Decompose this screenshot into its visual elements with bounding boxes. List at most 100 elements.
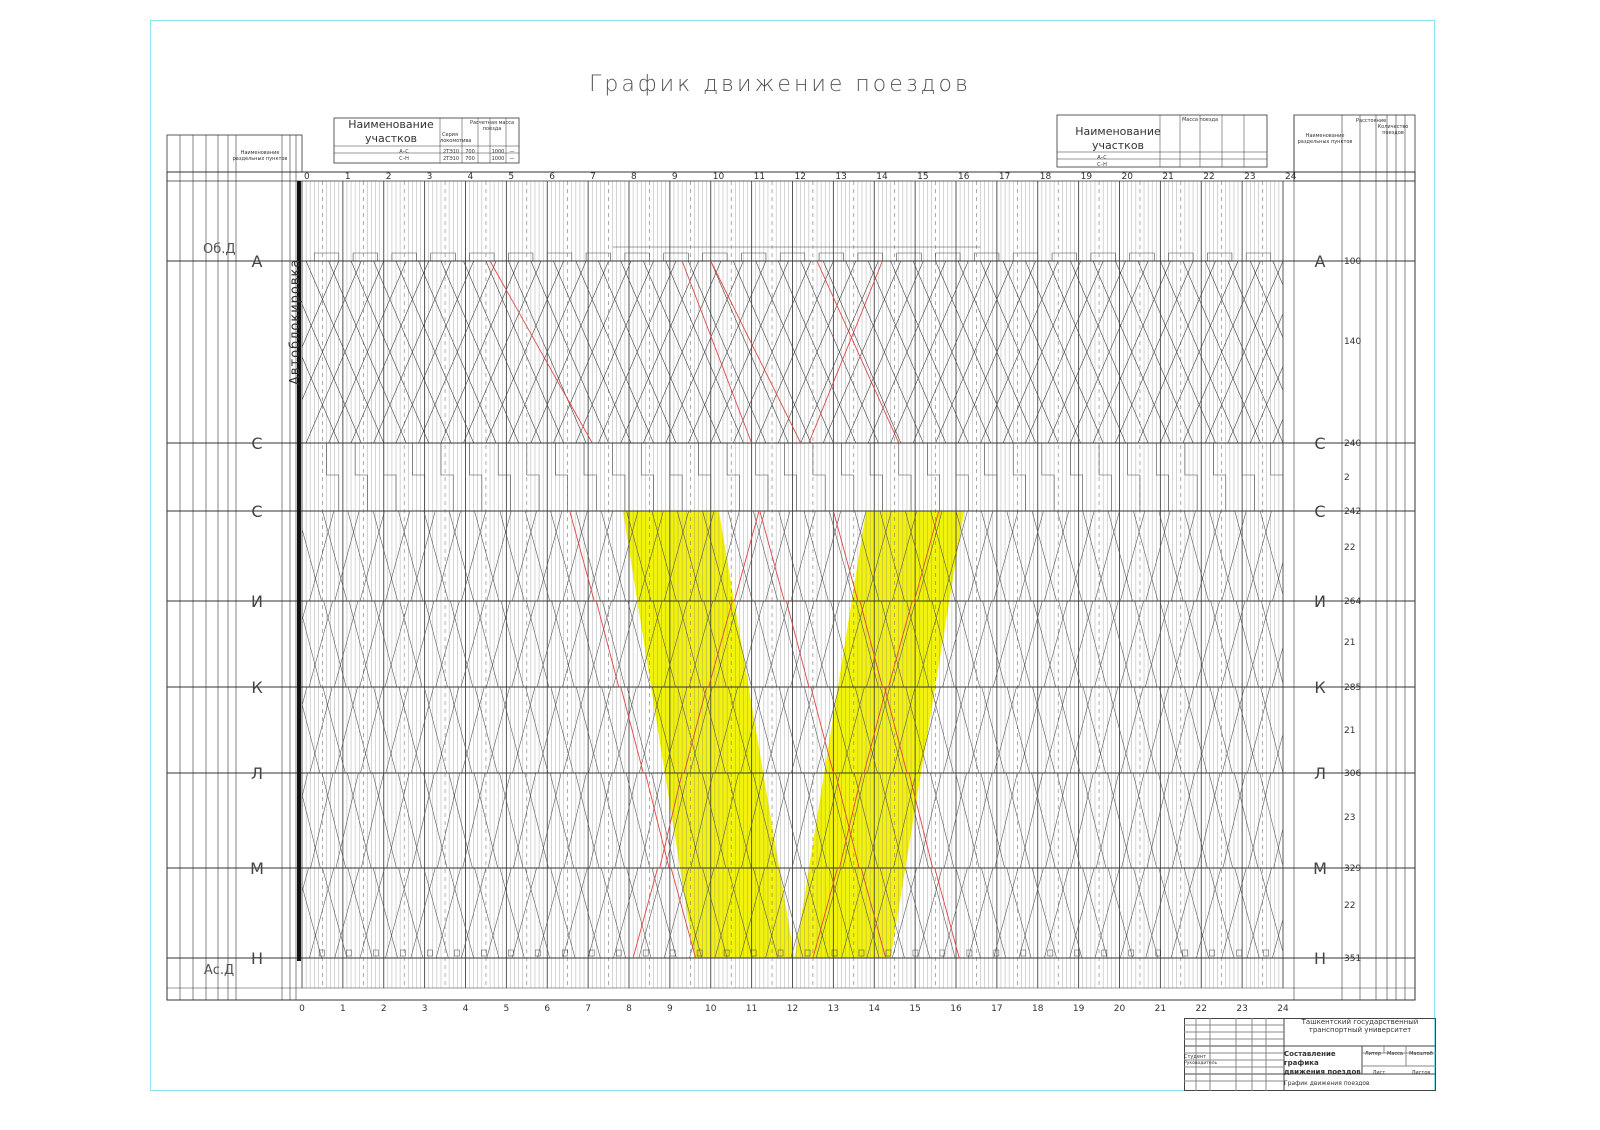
train-line-down <box>1032 600 1057 688</box>
train-line-down <box>1234 867 1260 959</box>
train-line-up <box>1145 867 1171 959</box>
shunting-line <box>383 443 397 511</box>
shunting-line <box>440 443 454 511</box>
train-line-up <box>968 686 992 774</box>
train-line-up <box>1018 867 1044 959</box>
train-line-down <box>1158 772 1183 869</box>
train-line-down <box>625 772 651 869</box>
train-line-up <box>1144 600 1170 688</box>
interval-value: 21 <box>1344 726 1355 736</box>
train-line-down <box>499 510 525 602</box>
train-line-down <box>423 510 449 602</box>
train-line-red <box>569 510 595 602</box>
terminal-marker <box>642 949 649 957</box>
train-line-up <box>967 600 992 688</box>
hour-label-bottom: 22 <box>1196 1004 1207 1014</box>
interval-value: 22 <box>1344 543 1355 553</box>
shunting-line <box>497 443 511 511</box>
shunting-line <box>726 443 740 511</box>
train-line-down <box>1007 600 1031 688</box>
train-line-up <box>301 772 308 798</box>
top-connector <box>974 252 1000 261</box>
train-line-down <box>322 686 346 774</box>
terminal-marker <box>615 949 622 957</box>
terminal-marker <box>1209 949 1215 957</box>
hour-label-bottom: 6 <box>544 1004 550 1014</box>
train-line-up <box>663 867 689 959</box>
train-line-red <box>759 510 785 602</box>
train-line-up <box>791 772 815 869</box>
hour-label-bottom: 18 <box>1032 1004 1044 1014</box>
train-line-down <box>600 510 626 602</box>
train-line-down <box>1107 867 1133 959</box>
train-line-up <box>790 510 816 602</box>
hour-label-top: 17 <box>999 172 1010 182</box>
train-line-down <box>981 510 1007 602</box>
train-line-up <box>1068 600 1094 688</box>
train-line-up <box>309 867 335 959</box>
train-line-down <box>550 510 576 602</box>
train-line-down <box>1006 772 1031 869</box>
stamp-org-line2: транспортный университет <box>1308 1026 1412 1034</box>
train-line-up <box>435 600 460 688</box>
stamp-lit-label: Литер <box>1364 1051 1382 1057</box>
station-label-right: С <box>1314 502 1325 521</box>
train-line-down <box>374 600 398 688</box>
train-line-down <box>1056 772 1081 869</box>
train-line-up <box>943 686 967 774</box>
hour-label-top: 10 <box>713 172 725 182</box>
train-line-up <box>562 510 588 602</box>
shunting-line <box>583 443 597 511</box>
train-line-up <box>536 600 562 688</box>
train-line-up <box>308 600 333 688</box>
train-line-down <box>1158 867 1184 959</box>
train-line-up <box>511 510 537 602</box>
ob-d-label: Об.Д <box>203 242 236 257</box>
train-line-up <box>486 510 512 602</box>
hour-label-top: 14 <box>876 172 888 182</box>
train-line-up <box>1221 686 1245 774</box>
station-km: 240 <box>1344 439 1361 449</box>
hour-label-bottom: 23 <box>1236 1004 1247 1014</box>
train-line-up <box>361 772 385 869</box>
train-line-down <box>398 686 422 774</box>
train-line-down <box>1133 510 1159 602</box>
train-line-down <box>626 867 652 959</box>
train-line-down <box>474 510 500 602</box>
top-connector <box>508 252 534 261</box>
train-line-up <box>1272 918 1284 959</box>
train-line-down <box>423 686 447 774</box>
shunting-line <box>412 443 425 511</box>
station-km: 264 <box>1344 597 1361 607</box>
train-line-up <box>764 600 790 688</box>
time-grid <box>167 181 1415 988</box>
train-line-down <box>1031 510 1057 602</box>
highlight-zone <box>794 511 965 958</box>
train-line-up <box>562 600 587 688</box>
stamp-mass-label: Масса <box>1387 1051 1403 1057</box>
left-row-1-series: 2ТЭ10 <box>442 149 460 155</box>
station-label-left: Л <box>251 764 263 783</box>
train-line-up <box>1246 510 1272 602</box>
hour-label-bottom: 20 <box>1114 1004 1126 1014</box>
top-connector <box>818 252 844 261</box>
train-line-up <box>1221 600 1246 688</box>
left-row-2-w2: 1000 <box>491 156 505 162</box>
top-connector <box>1129 252 1155 261</box>
station-label-left: М <box>250 859 264 878</box>
autoblock-label: Автоблокировка <box>288 258 303 385</box>
hour-label-top: 11 <box>754 172 765 182</box>
hour-label-bottom: 0 <box>299 1004 305 1014</box>
shunting-line <box>469 443 483 511</box>
right-count-column-title: Количество поездов <box>1377 124 1409 136</box>
train-line-up <box>1145 510 1171 602</box>
shunting-line <box>869 443 883 511</box>
train-line-up <box>435 510 461 602</box>
train-line-up <box>1069 867 1095 959</box>
train-line-up <box>512 686 536 774</box>
station-label-left: Н <box>251 949 263 968</box>
stamp-work-title-2: движения поездов <box>1284 1068 1361 1076</box>
hour-label-top: 23 <box>1244 172 1255 182</box>
terminal-marker <box>481 949 487 957</box>
train-line-up <box>994 772 1018 869</box>
